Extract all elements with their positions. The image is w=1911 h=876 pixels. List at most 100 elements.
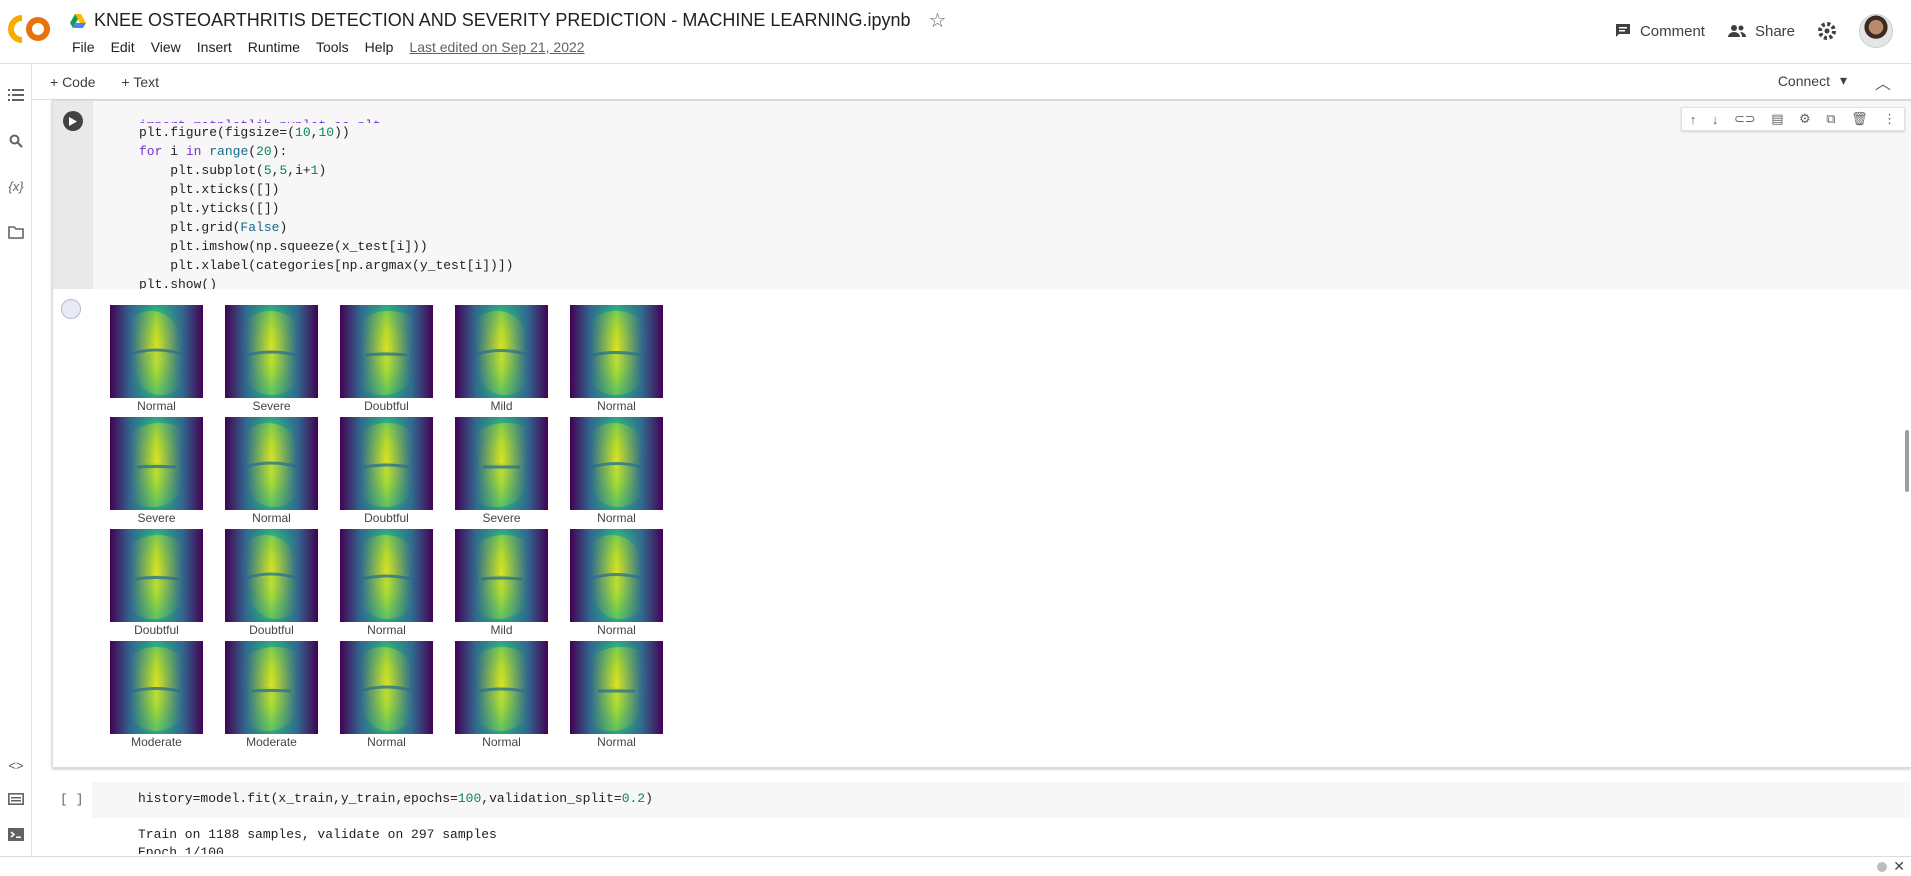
subplot-image: Normal xyxy=(340,529,433,637)
xray-image xyxy=(225,417,318,510)
add-text-button[interactable]: + Text xyxy=(114,74,168,90)
code-snippets-icon[interactable]: <> xyxy=(5,754,27,776)
subplot-image: Normal xyxy=(570,305,663,413)
subplot-image: Doubtful xyxy=(340,305,433,413)
menu-help[interactable]: Help xyxy=(357,39,402,55)
xray-image xyxy=(225,641,318,734)
subplot-image: Severe xyxy=(455,417,548,525)
subplot-label: Normal xyxy=(597,623,636,637)
xray-image xyxy=(340,641,433,734)
settings-gear-icon[interactable]: ⚙ xyxy=(1799,111,1811,127)
subplot-image: Normal xyxy=(570,529,663,637)
subplot-label: Severe xyxy=(137,511,176,525)
subplot-image: Normal xyxy=(225,417,318,525)
xray-image xyxy=(340,305,433,398)
comment-label: Comment xyxy=(1639,22,1705,40)
star-icon[interactable]: ☆ xyxy=(928,8,946,33)
subplot-label: Normal xyxy=(252,511,291,525)
command-palette-icon[interactable] xyxy=(5,788,27,810)
output-line: Epoch 1/100 xyxy=(138,845,224,854)
menu-bar: File Edit View Insert Runtime Tools Help… xyxy=(64,39,593,55)
move-up-icon[interactable]: ↑ xyxy=(1690,112,1697,127)
chevron-up-icon[interactable]: ︿ xyxy=(1875,70,1891,94)
code-line: plt.imshow(np.squeeze(x_test[i])) xyxy=(139,239,428,254)
menu-insert[interactable]: Insert xyxy=(189,39,240,55)
variables-icon[interactable]: {x} xyxy=(5,175,27,197)
xray-image xyxy=(225,529,318,622)
terminal-icon[interactable] xyxy=(5,823,27,845)
link-icon[interactable]: ⊂⊃ xyxy=(1734,111,1756,127)
subplot-label: Moderate xyxy=(246,735,297,749)
code-line: history=model.fit(x_train,y_train,epochs… xyxy=(138,791,653,806)
code-line: plt.xticks([]) xyxy=(139,182,280,197)
table-of-contents-icon[interactable] xyxy=(5,84,27,106)
code-editor[interactable]: history=model.fit(x_train,y_train,epochs… xyxy=(92,782,1910,818)
xray-image xyxy=(110,641,203,734)
subplot-label: Doubtful xyxy=(364,399,409,413)
xray-image xyxy=(455,305,548,398)
header: KNEE OSTEOARTHRITIS DETECTION AND SEVERI… xyxy=(0,0,1911,64)
close-icon[interactable]: ✕ xyxy=(1893,858,1905,875)
code-cell-fit[interactable]: [ ] history=model.fit(x_train,y_train,ep… xyxy=(52,782,1911,862)
scrollbar-thumb[interactable] xyxy=(1905,430,1909,492)
cell-gutter xyxy=(53,101,93,289)
folder-icon[interactable] xyxy=(5,221,27,243)
output-line: Train on 1188 samples, validate on 297 s… xyxy=(138,827,497,842)
subplot-image: Normal xyxy=(455,641,548,749)
comment-icon[interactable]: ▤ xyxy=(1771,111,1783,127)
cell-run-bracket[interactable]: [ ] xyxy=(60,792,83,807)
comment-icon xyxy=(1615,24,1630,37)
subplot-image: Normal xyxy=(570,641,663,749)
settings-gear-icon[interactable] xyxy=(1817,21,1837,41)
output-avatar-icon[interactable] xyxy=(61,299,81,319)
add-code-button[interactable]: + Code xyxy=(42,74,104,90)
play-icon xyxy=(69,116,77,126)
colab-logo-icon[interactable] xyxy=(8,12,52,46)
subplot-label: Mild xyxy=(490,623,513,637)
xray-image xyxy=(455,641,548,734)
cell-output: Normal Severe Doubtful Mild Normal Sever… xyxy=(53,289,1911,767)
last-edited-link[interactable]: Last edited on Sep 21, 2022 xyxy=(401,39,592,55)
delete-icon[interactable]: 🗑 xyxy=(1851,111,1868,127)
subplot-image: Normal xyxy=(570,417,663,525)
training-output: Train on 1188 samples, validate on 297 s… xyxy=(138,826,497,854)
menu-edit[interactable]: Edit xyxy=(103,39,143,55)
xray-image xyxy=(570,641,663,734)
subplot-label: Severe xyxy=(252,399,291,413)
subplot-image: Moderate xyxy=(225,641,318,749)
code-line: plt.grid(False) xyxy=(139,220,288,235)
mirror-cell-icon[interactable]: ⧉ xyxy=(1826,111,1835,127)
status-bar: ✕ xyxy=(0,856,1911,876)
cell-toolbar: ↑ ↓ ⊂⊃ ▤ ⚙ ⧉ 🗑 ⋮ xyxy=(1681,107,1905,131)
left-sidebar: {x} <> xyxy=(0,64,32,864)
xray-image xyxy=(110,305,203,398)
subplot-label: Severe xyxy=(482,511,521,525)
subplot-image: Moderate xyxy=(110,641,203,749)
menu-view[interactable]: View xyxy=(143,39,189,55)
notebook-title[interactable]: KNEE OSTEOARTHRITIS DETECTION AND SEVERI… xyxy=(94,10,910,31)
menu-runtime[interactable]: Runtime xyxy=(240,39,308,55)
code-line: for i in range(20): xyxy=(139,144,288,159)
run-cell-button[interactable] xyxy=(63,111,83,131)
code-editor[interactable]: import matplotlib.pyplot as plt plt.figur… xyxy=(93,101,1911,292)
menu-file[interactable]: File xyxy=(64,39,103,55)
move-down-icon[interactable]: ↓ xyxy=(1712,112,1719,127)
code-line-cut: import matplotlib.pyplot as plt xyxy=(139,116,513,123)
code-cell-plot[interactable]: import matplotlib.pyplot as plt plt.figur… xyxy=(52,100,1911,768)
user-avatar[interactable] xyxy=(1859,14,1893,48)
subplot-label: Doubtful xyxy=(134,623,179,637)
subplot-label: Normal xyxy=(597,399,636,413)
comment-button[interactable]: Comment xyxy=(1614,22,1705,40)
search-icon[interactable] xyxy=(5,130,27,152)
connect-button[interactable]: Connect ▾ xyxy=(1778,72,1847,89)
share-button[interactable]: Share xyxy=(1727,23,1795,40)
subplot-label: Normal xyxy=(367,735,406,749)
subplot-image: Mild xyxy=(455,305,548,413)
menu-tools[interactable]: Tools xyxy=(308,39,357,55)
google-drive-icon xyxy=(70,13,86,28)
chevron-down-icon[interactable]: ▾ xyxy=(1840,72,1847,89)
subplot-label: Doubtful xyxy=(249,623,294,637)
notebook-toolbar: + Code + Text Connect ▾ ︿ xyxy=(32,64,1911,100)
subplot-image: Mild xyxy=(455,529,548,637)
more-vert-icon[interactable]: ⋮ xyxy=(1883,111,1896,127)
